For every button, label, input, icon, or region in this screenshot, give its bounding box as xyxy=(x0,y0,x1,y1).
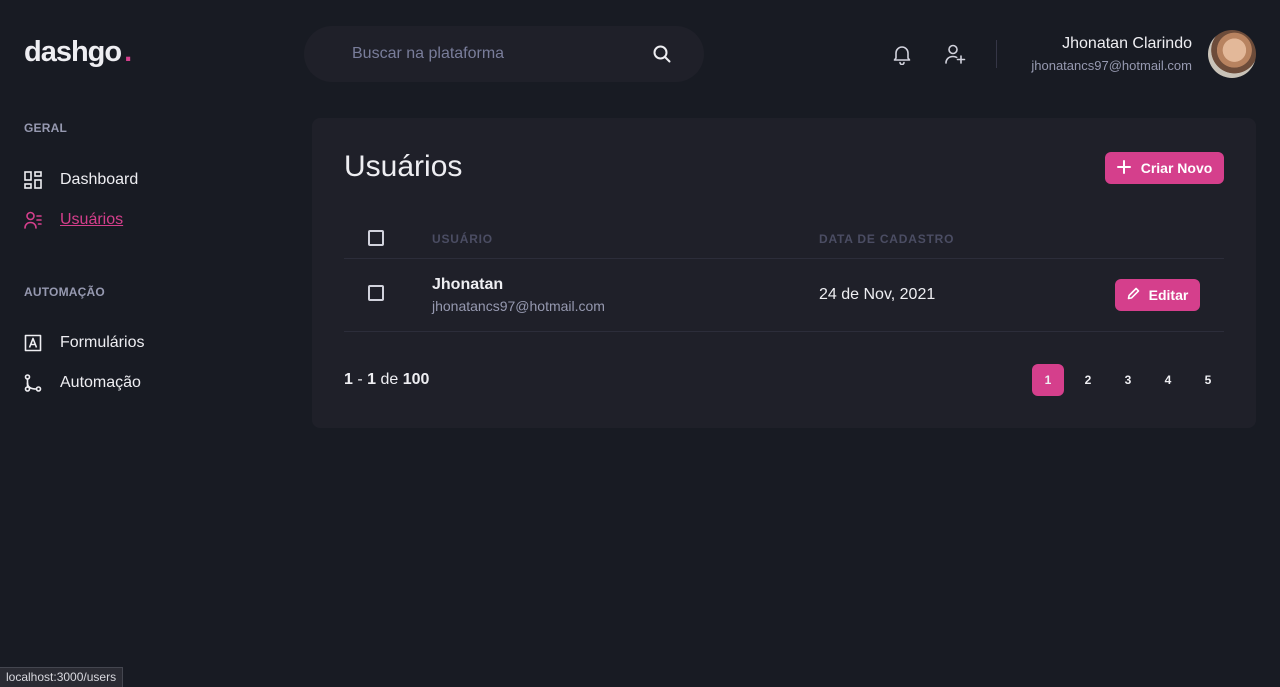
sidebar-item-formularios[interactable]: Formulários xyxy=(24,334,144,352)
table-row-divider xyxy=(344,331,1224,332)
range-end: 1 xyxy=(367,371,377,388)
range-of: de xyxy=(380,371,399,388)
column-header-usuario: USUÁRIO xyxy=(432,232,493,246)
page-button-3[interactable]: 3 xyxy=(1112,364,1144,396)
range-start: 1 xyxy=(344,371,353,388)
browser-status-url: localhost:3000/users xyxy=(0,667,124,687)
notification-bell-icon[interactable] xyxy=(891,43,913,66)
pagination-summary: 1 - 1 de 100 xyxy=(344,371,429,389)
range-separator: - xyxy=(357,371,363,388)
user-registration-date: 24 de Nov, 2021 xyxy=(819,286,936,303)
sidebar-item-label: Usuários xyxy=(60,211,124,228)
users-icon xyxy=(24,211,42,229)
add-user-icon[interactable] xyxy=(944,43,966,65)
app: dashgo. Jhonatan Clarindo jhonatancs97@h… xyxy=(0,0,1280,687)
edit-button[interactable]: Editar xyxy=(1115,279,1200,311)
search-bar xyxy=(304,26,704,82)
page-button-2[interactable]: 2 xyxy=(1072,364,1104,396)
select-all-checkbox[interactable] xyxy=(368,230,384,246)
avatar[interactable] xyxy=(1208,30,1256,78)
user-name: Jhonatan xyxy=(432,276,504,293)
git-branch-icon xyxy=(24,374,42,392)
section-title-automacao: AUTOMAÇÃO xyxy=(24,285,105,299)
page-button-4[interactable]: 4 xyxy=(1152,364,1184,396)
sidebar-item-label: Dashboard xyxy=(60,171,139,188)
search-input[interactable] xyxy=(352,45,652,63)
page-button-1[interactable]: 1 xyxy=(1032,364,1064,396)
page-button-5[interactable]: 5 xyxy=(1192,364,1224,396)
edit-label: Editar xyxy=(1148,287,1189,303)
sidebar-item-automacao[interactable]: Automação xyxy=(24,374,141,392)
form-icon xyxy=(24,334,42,352)
page-title: Usuários xyxy=(344,150,463,183)
logo[interactable]: dashgo. xyxy=(24,36,132,69)
sidebar-item-usuarios[interactable]: Usuários xyxy=(24,211,123,229)
profile-email: jhonatancs97@hotmail.com xyxy=(1031,58,1192,73)
dashboard-icon xyxy=(24,171,42,189)
create-new-label: Criar Novo xyxy=(1140,160,1213,176)
create-new-button[interactable]: Criar Novo xyxy=(1105,152,1224,184)
section-title-geral: GERAL xyxy=(24,121,67,135)
pagination: 1 2 3 4 5 xyxy=(1032,364,1224,396)
search-icon[interactable] xyxy=(652,44,672,64)
row-checkbox[interactable] xyxy=(368,285,384,301)
profile-name: Jhonatan Clarindo xyxy=(1062,35,1192,52)
column-header-data-cadastro: DATA DE CADASTRO xyxy=(819,232,955,246)
header-divider xyxy=(996,40,997,68)
logo-dot: . xyxy=(124,36,132,68)
user-email: jhonatancs97@hotmail.com xyxy=(432,298,605,314)
users-card: Usuários Criar Novo USUÁRIO DATA DE CADA… xyxy=(312,118,1256,428)
sidebar-item-label: Automação xyxy=(60,374,141,391)
range-total: 100 xyxy=(402,371,430,388)
logo-text: dashgo xyxy=(24,36,122,68)
plus-icon xyxy=(1116,159,1131,177)
sidebar-item-label: Formulários xyxy=(60,334,145,351)
sidebar-item-dashboard[interactable]: Dashboard xyxy=(24,171,138,189)
pencil-icon xyxy=(1127,287,1140,303)
table-header-divider xyxy=(344,258,1224,259)
